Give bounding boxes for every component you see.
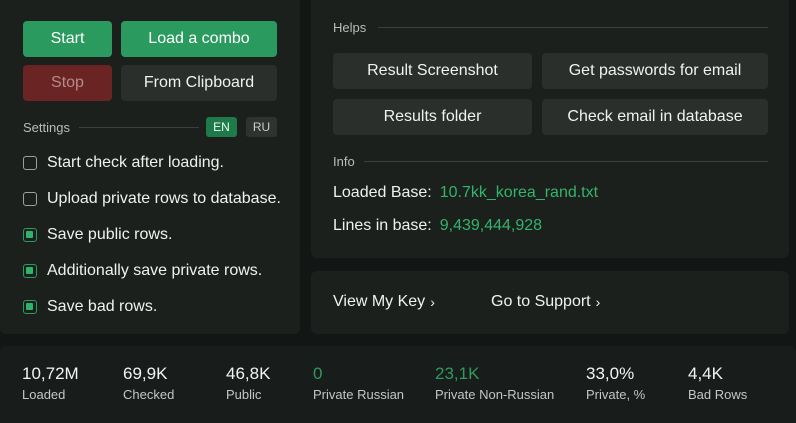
lang-en-button[interactable]: EN	[206, 117, 237, 137]
stat-value: 69,9K	[123, 364, 168, 383]
results-folder-button[interactable]: Results folder	[333, 99, 532, 135]
stat-value: 33,0%	[586, 364, 635, 383]
stat-label: Private Non-Russian	[435, 387, 555, 402]
support-label: Go to Support	[491, 293, 591, 310]
info-divider	[364, 161, 768, 162]
stat-label: Bad Rows	[688, 387, 748, 402]
option-upload-private-rows[interactable]: Upload private rows to database.	[23, 188, 281, 210]
get-passwords-button[interactable]: Get passwords for email	[542, 53, 768, 89]
view-key-link[interactable]: View My Key ›	[333, 293, 435, 311]
option-label: Upload private rows to database.	[47, 190, 281, 207]
info-title: Info	[333, 154, 355, 169]
option-label: Save bad rows.	[47, 298, 158, 315]
option-start-check-after-loading[interactable]: Start check after loading.	[23, 152, 224, 174]
loaded-base-row: Loaded Base: 10.7kk_korea_rand.txt	[333, 184, 598, 202]
stat-label: Checked	[123, 387, 175, 402]
helps-divider	[378, 27, 768, 28]
lines-in-base-value: 9,439,444,928	[439, 217, 543, 234]
checkbox-checked-icon[interactable]	[23, 228, 37, 242]
stat-private-russian: 0 Private Russian	[313, 364, 404, 403]
result-screenshot-button[interactable]: Result Screenshot	[333, 53, 532, 89]
loaded-base-label: Loaded Base:	[333, 184, 432, 201]
support-link[interactable]: Go to Support ›	[491, 293, 600, 311]
loaded-base-value: 10.7kk_korea_rand.txt	[439, 184, 599, 201]
checkbox-unchecked-icon[interactable]	[23, 192, 37, 206]
option-label: Start check after loading.	[47, 154, 224, 171]
stat-private-percent: 33,0% Private, %	[586, 364, 645, 403]
settings-divider	[79, 127, 199, 128]
stat-value: 10,72M	[22, 364, 79, 383]
load-combo-button[interactable]: Load a combo	[121, 21, 277, 57]
stop-button[interactable]: Stop	[23, 65, 112, 101]
checkbox-checked-icon[interactable]	[23, 300, 37, 314]
stat-checked: 69,9K Checked	[123, 364, 174, 403]
option-save-public-rows[interactable]: Save public rows.	[23, 224, 172, 246]
stat-loaded: 10,72M Loaded	[22, 364, 79, 403]
stat-value: 4,4K	[688, 364, 723, 383]
stat-label: Loaded	[22, 387, 66, 402]
lines-in-base-label: Lines in base:	[333, 217, 432, 234]
chevron-right-icon: ›	[430, 294, 435, 310]
stat-public: 46,8K Public	[226, 364, 270, 403]
start-button[interactable]: Start	[23, 21, 112, 57]
stat-bad-rows: 4,4K Bad Rows	[688, 364, 747, 403]
stat-label: Private Russian	[313, 387, 405, 402]
from-clipboard-button[interactable]: From Clipboard	[121, 65, 277, 101]
stat-private-non-russian: 23,1K Private Non-Russian	[435, 364, 554, 403]
option-save-private-rows[interactable]: Additionally save private rows.	[23, 260, 262, 282]
option-label: Save public rows.	[47, 226, 173, 243]
checkbox-unchecked-icon[interactable]	[23, 156, 37, 170]
helps-title: Helps	[333, 20, 367, 35]
stat-value: 0	[313, 364, 323, 383]
stat-value: 46,8K	[226, 364, 271, 383]
stat-label: Private, %	[586, 387, 646, 402]
lang-ru-button[interactable]: RU	[246, 117, 277, 137]
view-key-label: View My Key	[333, 293, 426, 310]
checkbox-checked-icon[interactable]	[23, 264, 37, 278]
option-save-bad-rows[interactable]: Save bad rows.	[23, 296, 157, 318]
option-label: Additionally save private rows.	[47, 262, 263, 279]
stat-label: Public	[226, 387, 262, 402]
check-email-button[interactable]: Check email in database	[542, 99, 768, 135]
chevron-right-icon: ›	[595, 294, 601, 310]
stat-value: 23,1K	[435, 364, 480, 383]
settings-title: Settings	[23, 120, 70, 135]
lines-in-base-row: Lines in base: 9,439,444,928	[333, 217, 542, 235]
